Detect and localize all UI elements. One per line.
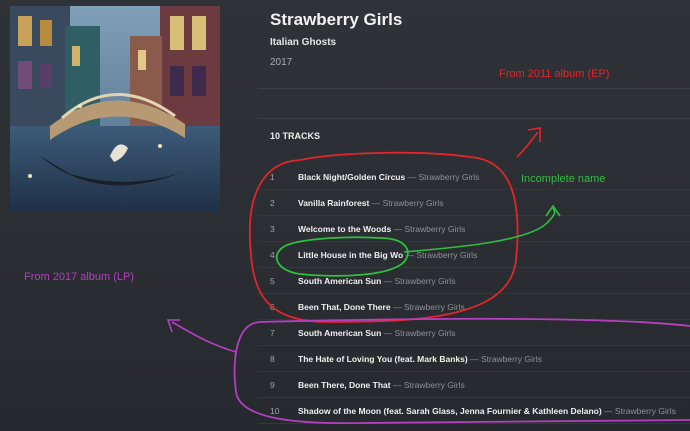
- album-artist-link[interactable]: Italian Ghosts: [270, 37, 336, 48]
- track-separator: —: [381, 328, 395, 338]
- track-count-heading: 10 TRACKS: [270, 131, 321, 141]
- track-row[interactable]: 2 Vanilla Rainforest — Strawberry Girls: [258, 190, 690, 216]
- track-row[interactable]: 5 South American Sun — Strawberry Girls: [258, 268, 690, 294]
- track-number: 3: [270, 224, 275, 234]
- track-title[interactable]: South American Sun: [298, 276, 381, 286]
- album-title: Strawberry Girls: [270, 10, 403, 29]
- red-arrow-annotation: [516, 131, 539, 158]
- track-separator: —: [390, 302, 404, 312]
- track-artist[interactable]: Strawberry Girls: [404, 302, 465, 312]
- track-row[interactable]: 3 Welcome to the Woods — Strawberry Girl…: [258, 216, 690, 242]
- track-number: 5: [270, 276, 275, 286]
- track-artist[interactable]: Strawberry Girls: [395, 276, 456, 286]
- track-separator: —: [601, 406, 615, 416]
- track-title[interactable]: South American Sun: [298, 328, 381, 338]
- track-number: 8: [270, 354, 275, 364]
- track-title[interactable]: Welcome to the Woods: [298, 224, 391, 234]
- track-row[interactable]: 9 Been There, Done That — Strawberry Gir…: [258, 372, 690, 398]
- track-row[interactable]: 10 Shadow of the Moon (feat. Sarah Glass…: [258, 398, 690, 424]
- lp-annotation-text: From 2017 album (LP): [24, 271, 135, 283]
- track-artist[interactable]: Strawberry Girls: [416, 250, 477, 260]
- track-number: 9: [270, 380, 275, 390]
- track-artist[interactable]: Strawberry Girls: [418, 172, 479, 182]
- track-artist[interactable]: Strawberry Girls: [615, 406, 676, 416]
- track-title[interactable]: Been That, Done There: [298, 302, 391, 312]
- track-number: 4: [270, 250, 275, 260]
- track-number: 10: [270, 406, 280, 416]
- incomplete-name-annotation-text: Incomplete name: [521, 173, 606, 185]
- track-list: 1 Black Night/Golden Circus — Strawberry…: [258, 164, 690, 424]
- album-page: Strawberry Girls Italian Ghosts 2017 10 …: [0, 0, 690, 431]
- track-row[interactable]: 6 Been That, Done There — Strawberry Gir…: [258, 294, 690, 320]
- track-row[interactable]: 4 Little House in the Big Wo — Strawberr…: [258, 242, 690, 268]
- track-artist[interactable]: Strawberry Girls: [395, 328, 456, 338]
- track-artist[interactable]: Strawberry Girls: [383, 198, 444, 208]
- album-cover-art[interactable]: [10, 6, 220, 212]
- track-number: 2: [270, 198, 275, 208]
- track-title[interactable]: Been There, Done That: [298, 380, 391, 390]
- track-separator: —: [405, 172, 419, 182]
- track-row[interactable]: 8 The Hate of Loving You (feat. Mark Ban…: [258, 346, 690, 372]
- divider: [258, 118, 690, 119]
- track-row[interactable]: 1 Black Night/Golden Circus — Strawberry…: [258, 164, 690, 190]
- track-title[interactable]: Black Night/Golden Circus: [298, 172, 405, 182]
- track-title[interactable]: Shadow of the Moon (feat. Sarah Glass, J…: [298, 406, 602, 416]
- track-title[interactable]: Little House in the Big Wo: [298, 250, 403, 260]
- track-artist[interactable]: Strawberry Girls: [481, 354, 542, 364]
- track-separator: —: [390, 380, 404, 390]
- album-year: 2017: [270, 57, 293, 68]
- track-row[interactable]: 7 South American Sun — Strawberry Girls: [258, 320, 690, 346]
- track-separator: —: [369, 198, 383, 208]
- track-number: 6: [270, 302, 275, 312]
- track-artist[interactable]: Strawberry Girls: [404, 380, 465, 390]
- track-separator: —: [381, 276, 395, 286]
- track-number: 7: [270, 328, 275, 338]
- divider: [258, 88, 690, 89]
- purple-arrow-annotation: [171, 321, 237, 353]
- track-separator: —: [403, 250, 417, 260]
- track-separator: —: [467, 354, 481, 364]
- track-number: 1: [270, 172, 275, 182]
- track-separator: —: [391, 224, 405, 234]
- track-title[interactable]: Vanilla Rainforest: [298, 198, 369, 208]
- track-artist[interactable]: Strawberry Girls: [404, 224, 465, 234]
- track-title[interactable]: The Hate of Loving You (feat. Mark Banks…: [298, 354, 468, 364]
- ep-annotation-text: From 2011 album (EP): [499, 68, 610, 80]
